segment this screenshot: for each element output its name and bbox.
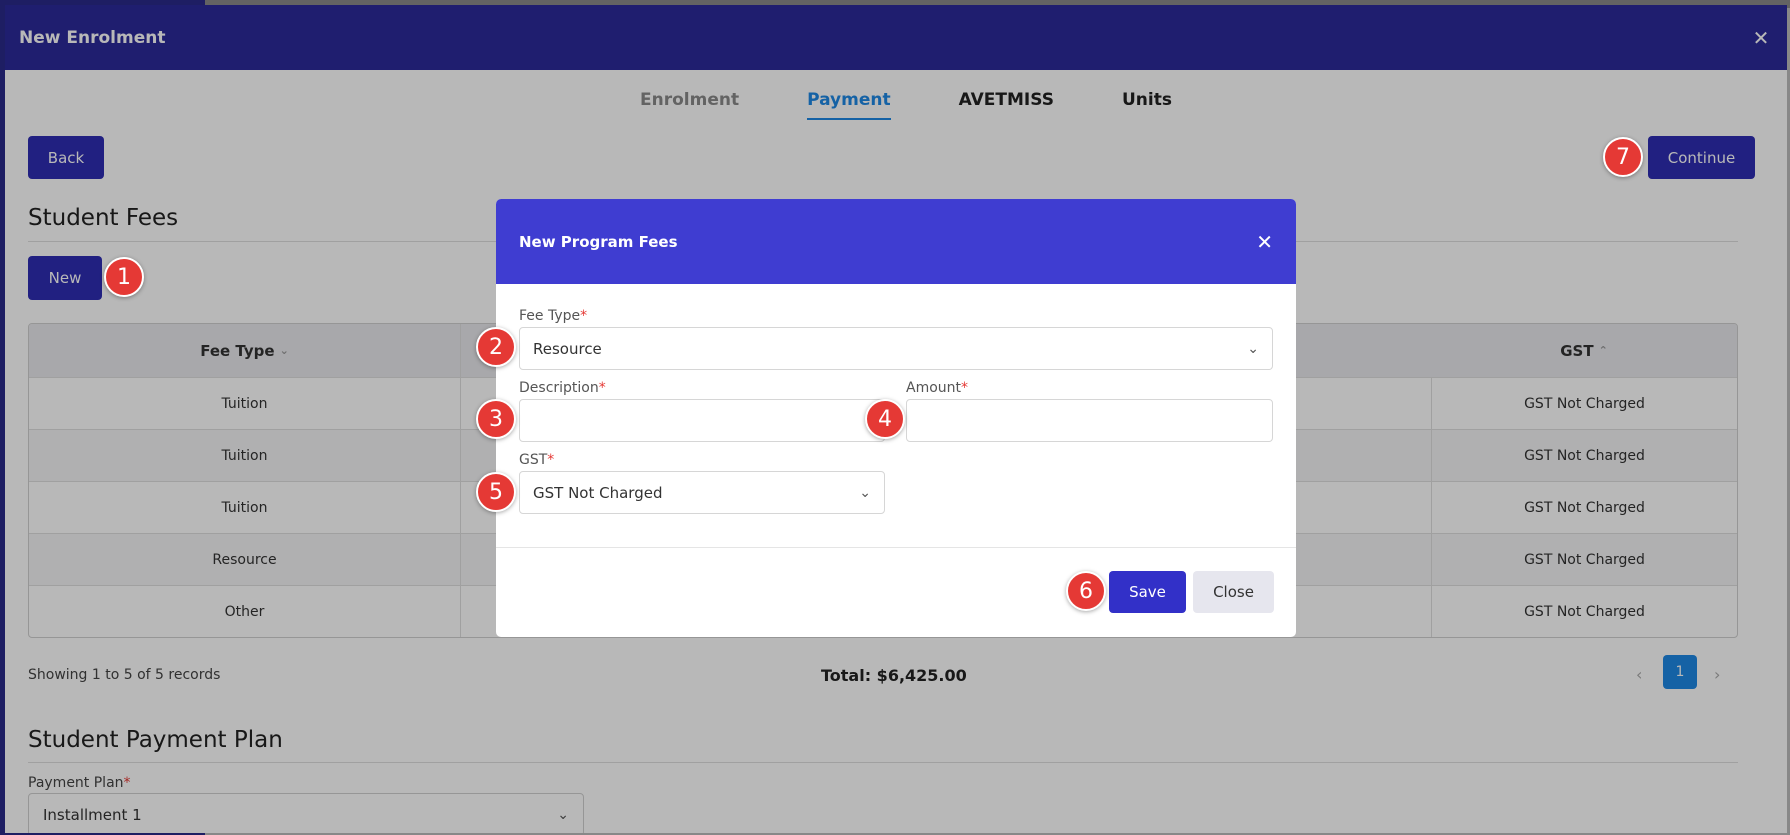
fee-type-select[interactable]: Resource ⌄ [519,327,1273,370]
modal-title: New Program Fees [519,232,678,251]
step-marker-4: 4 [865,399,905,439]
fee-type-value: Resource [533,339,602,358]
chevron-down-icon: ⌄ [1247,340,1259,357]
description-label: Description* [519,380,606,396]
close-button[interactable]: Close [1193,571,1274,613]
step-marker-6: 6 [1066,571,1106,611]
step-marker-1: 1 [104,257,144,297]
save-button[interactable]: Save [1109,571,1186,613]
description-input[interactable] [519,399,885,442]
fee-type-label: Fee Type* [519,308,588,324]
gst-value: GST Not Charged [533,483,663,502]
step-marker-7: 7 [1603,137,1643,177]
gst-select[interactable]: GST Not Charged ⌄ [519,471,885,514]
modal-header: New Program Fees ✕ [496,199,1296,284]
divider [496,547,1296,548]
close-icon[interactable]: ✕ [1256,230,1273,254]
step-marker-2: 2 [476,327,516,367]
step-marker-3: 3 [476,399,516,439]
amount-input[interactable] [906,399,1273,442]
amount-label: Amount* [906,380,969,396]
step-marker-5: 5 [476,472,516,512]
chevron-down-icon: ⌄ [859,484,871,501]
gst-label: GST* [519,452,555,468]
